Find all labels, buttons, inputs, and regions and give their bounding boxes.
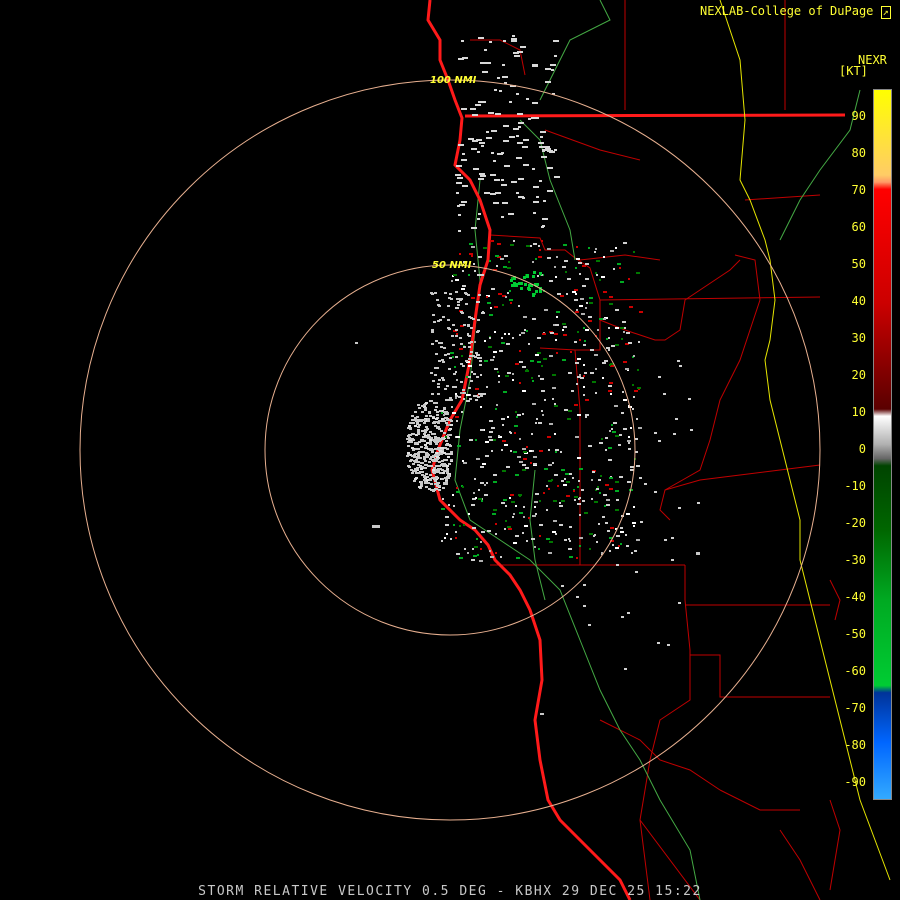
range-rings (79, 79, 821, 821)
credit-label: NEXLAB-College of DuPage ↗ (700, 4, 898, 19)
product-caption: STORM RELATIVE VELOCITY 0.5 DEG - KBHX 2… (198, 884, 702, 899)
range-ring-100 (79, 79, 821, 821)
velocity-color-scale (873, 89, 892, 800)
velocity-tick-label: -70 (844, 701, 866, 715)
velocity-tick-label: 40 (851, 294, 866, 308)
velocity-tick-label: 20 (851, 368, 866, 382)
velocity-tick-label: -20 (844, 516, 866, 530)
river-lines (454, 0, 861, 900)
velocity-tick-label: 70 (851, 183, 866, 197)
radar-map: 50 NMI 100 NMI (79, 0, 891, 900)
velocity-tick-label: 0 (858, 442, 866, 456)
velocity-tick-label: -60 (844, 664, 866, 678)
velocity-tick-label: -40 (844, 590, 866, 604)
velocity-tick-label: -30 (844, 553, 866, 567)
state-borders (426, 0, 891, 900)
velocity-tick-label: -80 (844, 738, 866, 752)
range-ring-label-50: 50 NMI (432, 260, 472, 271)
velocity-tick-label: -90 (844, 775, 866, 789)
velocity-tick-label: 60 (851, 220, 866, 234)
velocity-tick-label: -10 (844, 479, 866, 493)
logo-mark-icon: ↗ (880, 6, 891, 19)
velocity-tick-label: 10 (851, 405, 866, 419)
range-ring-label-100: 100 NMI (430, 75, 477, 86)
credit-text: NEXLAB-College of DuPage (700, 4, 874, 18)
velocity-tick-label: 50 (851, 257, 866, 271)
velocity-tick-label: 80 (851, 146, 866, 160)
velocity-tick-label: 30 (851, 331, 866, 345)
unit-label: [KT] (839, 64, 868, 78)
velocity-tick-label: -50 (844, 627, 866, 641)
radar-returns (355, 35, 700, 715)
velocity-tick-label: 90 (851, 109, 866, 123)
